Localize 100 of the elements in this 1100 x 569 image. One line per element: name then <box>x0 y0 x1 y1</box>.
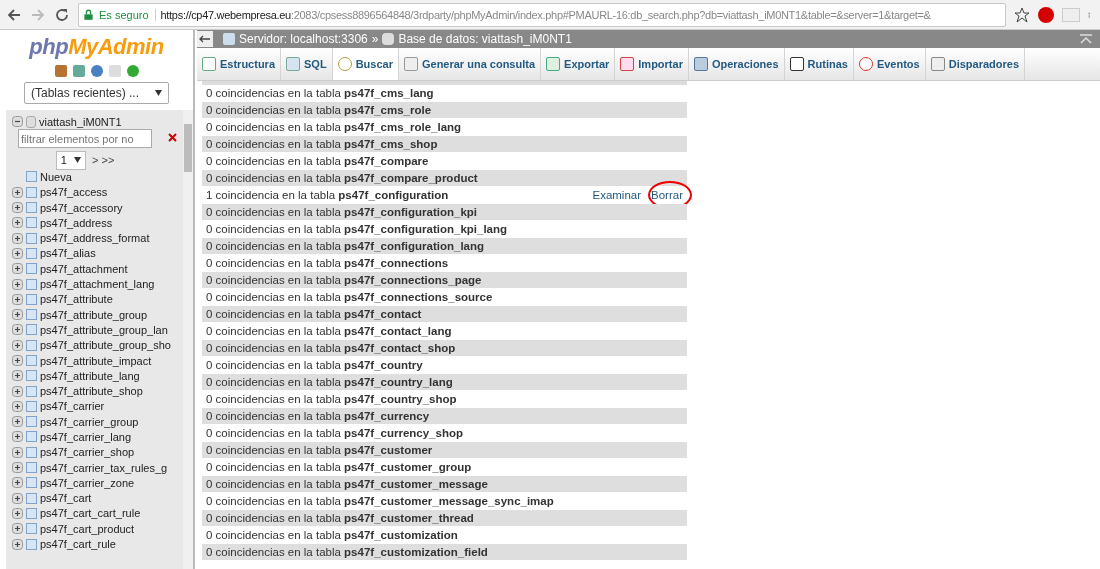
table-item[interactable]: ps47f_address_format <box>40 232 150 245</box>
expand-toggle[interactable] <box>12 431 23 443</box>
table-item[interactable]: ps47f_attachment <box>40 262 128 275</box>
table-item[interactable]: ps47f_carrier_zone <box>40 476 135 489</box>
table-item[interactable]: ps47f_attribute_group_lan <box>40 323 168 336</box>
expand-toggle[interactable] <box>12 507 23 519</box>
table-icon <box>26 370 37 382</box>
collapse-toggle[interactable] <box>12 116 23 128</box>
table-item[interactable]: ps47f_cart_product <box>40 522 135 535</box>
expand-toggle[interactable] <box>12 263 23 275</box>
table-item[interactable]: ps47f_attribute_group_sho <box>40 339 171 352</box>
table-item[interactable]: ps47f_attribute <box>40 293 113 306</box>
expand-toggle[interactable] <box>12 492 23 504</box>
address-bar[interactable]: Es seguro https://cp47.webempresa.eu:2083/cpsess8896564848/3rdparty/phpMyAdmin/index.php#PMAURL-16:db_search.php?db=viattash_iM0NT1&table=&server=1&target=& <box>78 2 1006 27</box>
result-text: 0 coincidencias en la tabla ps47f_country_lang <box>206 376 454 388</box>
result-text: 0 coincidencias en la tabla ps47f_connections_source <box>206 291 494 303</box>
tab[interactable]: Exportar <box>541 48 616 80</box>
tab[interactable]: Eventos <box>853 48 926 80</box>
table-item[interactable]: ps47f_access <box>40 186 108 199</box>
star-icon[interactable] <box>1014 6 1030 23</box>
table-icon <box>26 523 37 535</box>
expand-toggle[interactable] <box>12 293 23 305</box>
server-link[interactable]: Servidor: localhost:3306 <box>239 32 368 46</box>
collapse-icon[interactable] <box>1080 34 1092 44</box>
result-text: 0 coincidencias en la tabla ps47f_currency <box>206 410 431 422</box>
table-item[interactable]: ps47f_attribute_group <box>40 308 148 321</box>
expand-toggle[interactable] <box>12 309 23 321</box>
expand-toggle[interactable] <box>12 232 23 244</box>
tab[interactable]: Generar una consulta <box>398 48 542 80</box>
table-item[interactable]: ps47f_carrier_shop <box>40 446 135 459</box>
table-icon <box>26 324 37 336</box>
scrollbar[interactable] <box>183 110 193 569</box>
table-item[interactable]: ps47f_attribute_lang <box>40 369 140 382</box>
table-item[interactable]: ps47f_carrier_group <box>40 415 139 428</box>
expand-toggle[interactable] <box>12 523 23 535</box>
table-item[interactable]: ps47f_carrier <box>40 400 105 413</box>
expand-toggle[interactable] <box>12 416 23 428</box>
table-icon <box>26 355 37 366</box>
result-text: 0 coincidencias en la tabla ps47f_customer_thread <box>206 512 475 524</box>
result-text: 0 coincidencias en la tabla ps47f_customization_field <box>206 546 489 558</box>
table-icon <box>26 492 37 504</box>
result-text: 0 coincidencias en la tabla ps47f_customer_group <box>206 461 473 473</box>
database-name[interactable]: viattash_iM0NT1 <box>39 115 122 128</box>
expand-toggle[interactable] <box>12 202 23 214</box>
table-icon <box>26 477 37 489</box>
expand-toggle[interactable] <box>12 370 23 382</box>
page-select[interactable]: 1 <box>56 150 86 170</box>
back-icon[interactable] <box>6 6 22 23</box>
expand-toggle[interactable] <box>12 538 23 550</box>
expand-toggle[interactable] <box>12 324 23 336</box>
result-text: 0 coincidencias en la tabla ps47f_cms_lang <box>206 87 435 99</box>
table-item[interactable]: ps47f_attribute_shop <box>40 385 143 398</box>
tab[interactable]: Disparadores <box>925 48 1025 80</box>
expand-toggle[interactable] <box>12 278 23 290</box>
table-icon <box>26 507 37 519</box>
table-icon <box>26 278 37 290</box>
tab[interactable]: Importar <box>615 48 689 80</box>
table-item[interactable]: ps47f_cart <box>40 492 92 505</box>
expand-toggle[interactable] <box>12 477 23 489</box>
table-item[interactable]: ps47f_cart_rule <box>40 538 116 551</box>
delete-link[interactable]: Borrar <box>651 189 683 201</box>
expand-toggle[interactable] <box>12 385 23 397</box>
recent-tables-select[interactable]: (Tablas recientes) ... <box>24 82 169 104</box>
result-text: 0 coincidencias en la tabla ps47f_contact_shop <box>206 342 457 354</box>
expand-toggle[interactable] <box>12 339 23 351</box>
table-icon <box>26 186 37 198</box>
url-text: https://cp47.webempresa.eu:2083/cpsess8896564848/3rdparty/phpMyAdmin/index.php#PMAURL-16:db_search.php?db=viattash_iM0NT1&table=&server=1&target=& <box>160 8 931 21</box>
table-item[interactable]: ps47f_carrier_tax_rules_g <box>40 461 168 474</box>
expand-toggle[interactable] <box>12 247 23 259</box>
table-item[interactable]: ps47f_address <box>40 216 113 229</box>
table-item[interactable]: ps47f_alias <box>40 247 96 260</box>
result-text: 0 coincidencias en la tabla ps47f_compare <box>206 155 430 167</box>
expand-toggle[interactable] <box>12 217 23 229</box>
table-icon <box>26 446 37 458</box>
tab[interactable]: Rutinas <box>784 48 854 80</box>
table-item[interactable]: ps47f_carrier_lang <box>40 431 132 443</box>
expand-toggle[interactable] <box>12 355 23 366</box>
tab[interactable]: SQL <box>281 48 333 80</box>
result-text: 0 coincidencias en la tabla ps47f_customer_message_sync_imap <box>206 495 555 507</box>
table-item[interactable]: ps47f_attribute_impact <box>40 354 152 367</box>
database-link[interactable]: Base de datos: viattash_iM0NT1 <box>398 32 572 46</box>
clear-icon[interactable] <box>168 133 177 143</box>
new-table-link[interactable]: Nueva <box>40 170 72 183</box>
page-navigation[interactable]: > >> <box>92 154 115 167</box>
expand-toggle[interactable] <box>12 186 23 198</box>
tab[interactable]: Buscar <box>332 48 399 80</box>
table-item[interactable]: ps47f_accessory <box>40 201 123 214</box>
expand-toggle[interactable] <box>12 462 23 474</box>
table-item[interactable]: ps47f_cart_cart_rule <box>40 507 141 520</box>
expand-toggle[interactable] <box>12 446 23 458</box>
tab[interactable]: Estructura <box>197 48 282 80</box>
reload-icon[interactable] <box>54 6 70 23</box>
result-text: 0 coincidencias en la tabla ps47f_country <box>206 359 424 371</box>
separator: » <box>371 32 379 46</box>
filter-field[interactable]: filtrar elementos por no <box>18 129 152 149</box>
result-text: 0 coincidencias en la tabla ps47f_configuration_kpi <box>206 206 478 218</box>
table-item[interactable]: ps47f_attachment_lang <box>40 278 155 290</box>
tab[interactable]: Operaciones <box>688 48 785 80</box>
browse-link[interactable]: Examinar <box>592 189 642 201</box>
expand-toggle[interactable] <box>12 400 23 412</box>
